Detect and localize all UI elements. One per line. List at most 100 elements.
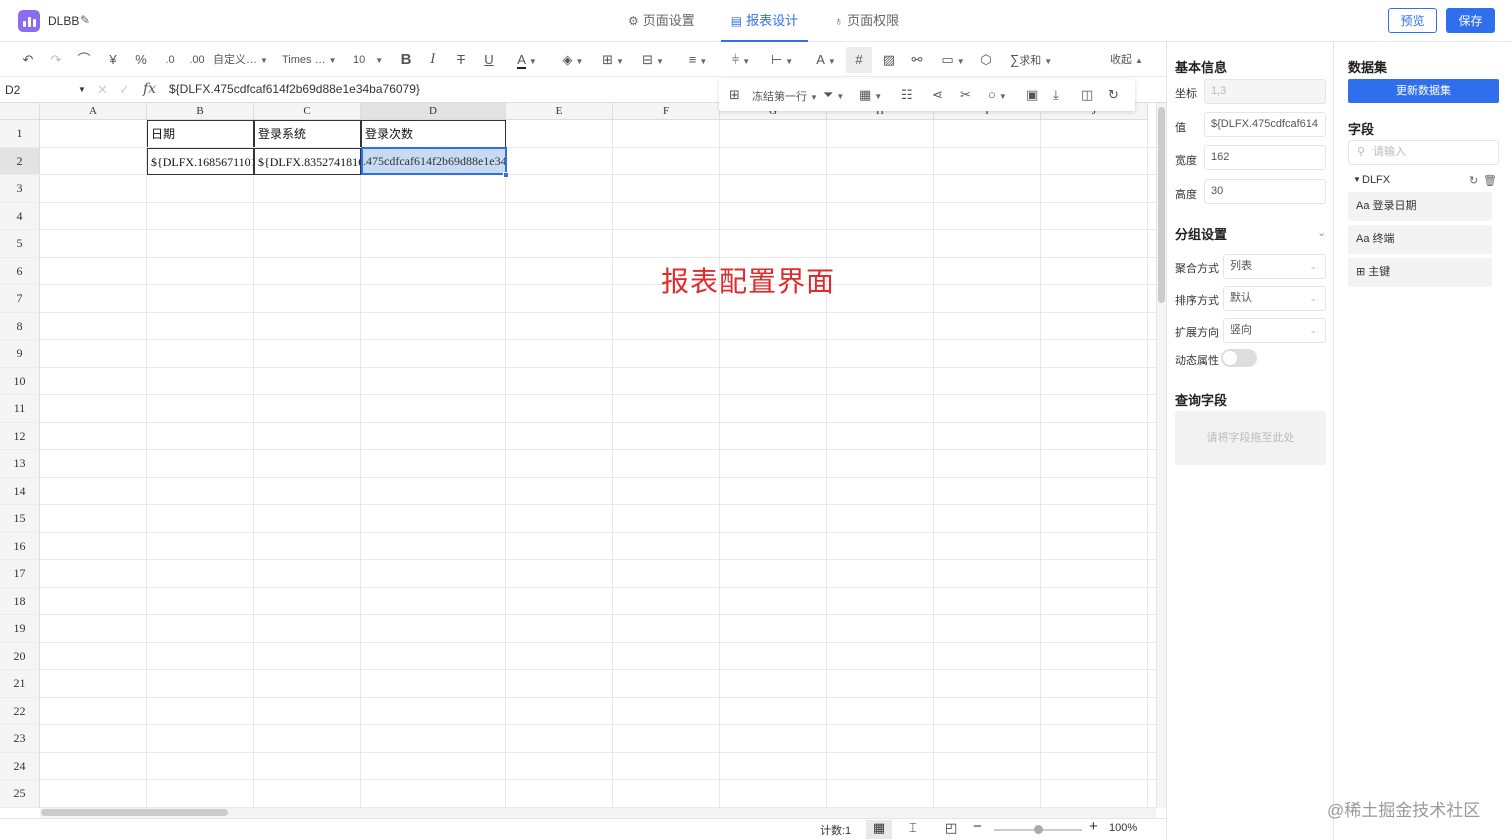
row-header[interactable]: 2 [0, 147, 40, 175]
chevron-down-icon[interactable]: ⌄ [1317, 226, 1326, 239]
row-header[interactable]: 4 [0, 202, 40, 230]
spreadsheet-grid[interactable]: A B C D E F G H I J 1 2 3 4 5 6 7 8 9 10 11 12 13 14 15 16 17 18 19 2… [0, 103, 1156, 808]
query-dropzone[interactable]: 请将字段拖至此处 [1175, 411, 1326, 465]
dynamic-attr-toggle[interactable] [1221, 349, 1257, 367]
page-layout-view-icon[interactable]: ◰ [945, 820, 957, 836]
caret-down-icon[interactable]: ▼ [1353, 175, 1361, 184]
fill-color-icon[interactable]: ◈ ▼ [557, 50, 589, 70]
function-icon[interactable]: fx [143, 81, 156, 97]
column-header[interactable]: E [506, 103, 613, 120]
column-header[interactable]: C [254, 103, 361, 120]
chevron-down-icon[interactable]: ▼ [78, 85, 86, 94]
cell[interactable]: 日期 [147, 120, 254, 147]
confirm-icon[interactable]: ✓ [119, 82, 130, 98]
row-header[interactable]: 19 [0, 615, 40, 643]
split-view-icon[interactable]: ◫ [1081, 87, 1093, 103]
row-header[interactable]: 14 [0, 477, 40, 505]
horizontal-scrollbar[interactable] [40, 808, 1156, 818]
cube-icon[interactable]: ⬡ [977, 50, 995, 70]
tab-report-design[interactable]: ▤ 报表设计 [720, 0, 809, 42]
undo-icon[interactable]: ↶ [19, 50, 37, 70]
cell[interactable]: 登录系统 [254, 120, 361, 147]
tab-page-permission[interactable]: ♁ 页面权限 [824, 0, 909, 42]
aggregate-select[interactable]: 列表 ⌄ [1223, 254, 1326, 279]
value-field[interactable]: ${DLFX.475cdfcaf614 [1204, 112, 1326, 137]
freeze-first-row-select[interactable]: 冻结第一行 ▼ [752, 88, 818, 104]
row-header[interactable]: 11 [0, 395, 40, 423]
conditional-format-icon[interactable]: ▦ ▼ [859, 87, 882, 103]
page-break-view-icon[interactable]: ⌶ [909, 820, 917, 836]
underline-icon[interactable]: U [480, 50, 498, 70]
split-icon[interactable]: ⋖ [932, 87, 943, 103]
width-field[interactable]: 162 [1204, 145, 1326, 170]
save-button[interactable]: 保存 [1446, 8, 1495, 33]
font-color-icon[interactable]: A ▼ [510, 50, 544, 70]
vertical-scroll-thumb[interactable] [1158, 107, 1165, 303]
text-wrap-icon[interactable]: ⊢ ▼ [765, 50, 799, 70]
bold-icon[interactable]: B [397, 50, 415, 70]
horizontal-align-icon[interactable]: ≡ ▼ [681, 50, 715, 70]
row-header[interactable]: 9 [0, 340, 40, 368]
cell[interactable]: ${DLFX.8352741816 [254, 147, 361, 175]
link-icon[interactable]: ⚯ [908, 50, 926, 70]
height-field[interactable]: 30 [1204, 179, 1326, 204]
row-header[interactable]: 5 [0, 230, 40, 258]
currency-icon[interactable]: ¥ [104, 50, 122, 70]
row-header[interactable]: 7 [0, 285, 40, 313]
fill-handle[interactable] [503, 172, 509, 178]
sum-function-button[interactable]: ∑求和 ▼ [1010, 50, 1064, 70]
row-header[interactable]: 15 [0, 505, 40, 533]
selected-cell[interactable]: .475cdfcaf614f2b69d88e1e34b [361, 147, 507, 175]
cancel-icon[interactable]: ✕ [97, 82, 108, 98]
freeze-icon[interactable]: ⊞ [729, 87, 740, 103]
field-search-input[interactable]: ⚲ 请输入 [1348, 140, 1499, 165]
vertical-scrollbar[interactable] [1156, 103, 1166, 808]
border-icon[interactable]: ⊞ ▼ [597, 50, 629, 70]
normal-view-icon[interactable]: ▦ [866, 820, 892, 839]
filter-icon[interactable]: ⏷ ▼ [823, 87, 844, 103]
comment-icon[interactable]: ▭ ▼ [937, 50, 969, 70]
row-header[interactable]: 24 [0, 752, 40, 780]
row-header[interactable]: 3 [0, 175, 40, 203]
freeze-grid-icon[interactable]: # [846, 47, 872, 73]
edit-name-icon[interactable]: ✎ [80, 13, 90, 27]
refresh-icon[interactable]: ↻ [1108, 87, 1119, 103]
tab-page-settings[interactable]: ⚙ 页面设置 [618, 0, 705, 42]
row-header[interactable]: 8 [0, 312, 40, 340]
merge-cells-icon[interactable]: ⊟ ▼ [637, 50, 669, 70]
row-header[interactable]: 20 [0, 642, 40, 670]
increase-decimal-icon[interactable]: .00 [187, 50, 207, 70]
column-header[interactable]: B [147, 103, 254, 120]
column-header[interactable]: D [361, 103, 506, 120]
row-header[interactable]: 21 [0, 670, 40, 698]
preview-button[interactable]: 预览 [1388, 8, 1437, 33]
format-painter-icon[interactable]: ⌒ [75, 50, 93, 70]
formula-input[interactable]: ${DLFX.475cdfcaf614f2b69d88e1e34ba76079} [169, 82, 420, 96]
cell-reference-box[interactable]: D2 [5, 83, 20, 97]
row-header[interactable]: 25 [0, 780, 40, 808]
horizontal-scroll-thumb[interactable] [41, 809, 228, 816]
field-item[interactable]: Aa 终端 [1348, 225, 1492, 254]
row-header[interactable]: 12 [0, 422, 40, 450]
percent-icon[interactable]: % [132, 50, 150, 70]
field-item[interactable]: Aa 登录日期 [1348, 192, 1492, 221]
dataset-group-name[interactable]: DLFX [1362, 174, 1390, 186]
zoom-out-icon[interactable]: − [973, 818, 982, 835]
field-item[interactable]: ⊞ 主键 [1348, 258, 1492, 287]
redo-icon[interactable]: ↷ [47, 50, 65, 70]
decrease-decimal-icon[interactable]: .0 [160, 50, 180, 70]
zoom-in-icon[interactable]: + [1089, 818, 1098, 835]
image-icon[interactable]: ▨ [880, 50, 898, 70]
refresh-icon[interactable]: ↻ [1469, 174, 1478, 187]
cell[interactable]: 登录次数 [361, 120, 506, 147]
cell[interactable]: ${DLFX.1685671101 [147, 147, 254, 175]
row-header[interactable]: 17 [0, 560, 40, 588]
row-header[interactable]: 1 [0, 120, 40, 148]
row-header[interactable]: 18 [0, 587, 40, 615]
scissors-icon[interactable]: ✂ [960, 87, 971, 103]
row-header[interactable]: 16 [0, 532, 40, 560]
expand-select[interactable]: 竖向 ⌄ [1223, 318, 1326, 343]
search-icon[interactable]: ○ ▼ [988, 87, 1007, 102]
font-family-select[interactable]: Times … ▼ [282, 50, 344, 70]
calculator-icon[interactable]: ▣ [1026, 87, 1038, 103]
